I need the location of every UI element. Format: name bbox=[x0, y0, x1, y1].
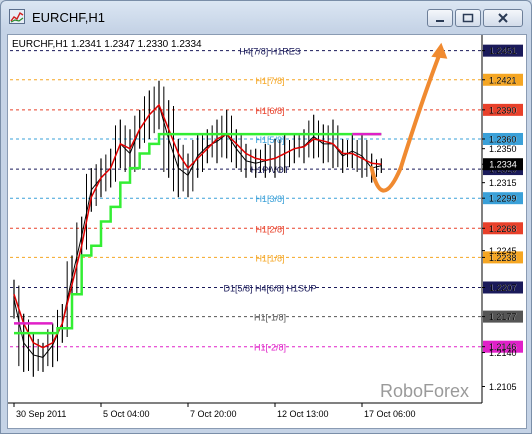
murrey-level-label: H1[-2/8] bbox=[254, 343, 286, 353]
murrey-level-label: H4[7/8] H1RES bbox=[239, 47, 301, 57]
x-tick-label: 5 Oct 04:00 bbox=[103, 409, 150, 419]
x-tick-label: 30 Sep 2011 bbox=[16, 409, 66, 419]
y-tick-label: 1.2350 bbox=[489, 144, 517, 154]
series-layer bbox=[13, 42, 448, 377]
murrey-level-label: H1[6/8] bbox=[255, 106, 284, 116]
watermark: RoboForex bbox=[380, 381, 469, 401]
y-tick-label: 1.2360 bbox=[489, 134, 517, 144]
y-tick-label: 1.2238 bbox=[489, 253, 517, 263]
murrey-level-label: H1[1/8] bbox=[255, 253, 284, 263]
y-tick-label: 1.2105 bbox=[489, 382, 517, 392]
y-tick-label: 1.2207 bbox=[489, 283, 517, 293]
y-tick-label: 1.2177 bbox=[489, 312, 517, 322]
window-title: EURCHF,H1 bbox=[32, 10, 105, 25]
close-button[interactable] bbox=[483, 9, 523, 27]
x-tick-label: 12 Oct 13:00 bbox=[277, 409, 329, 419]
title-bar[interactable]: EURCHF,H1 bbox=[1, 1, 531, 33]
y-tick-label: 1.2140 bbox=[489, 348, 517, 358]
y-tick-label: 1.2268 bbox=[489, 224, 517, 234]
murrey-level-label: H1[3/8] bbox=[255, 194, 284, 204]
symbol-header: EURCHF,H1 1.2341 1.2347 1.2330 1.2334 bbox=[12, 39, 202, 50]
y-tick-label: 1.2315 bbox=[489, 178, 517, 188]
x-tick-label: 17 Oct 06:00 bbox=[364, 409, 416, 419]
price-chart[interactable]: H4[7/8] H1RES 1.2451 H1[7/8] 1.2421 H1[6/8] 1… bbox=[8, 35, 526, 428]
chart-window: EURCHF,H1 H4[7/8] H1RES 1.2451 H1[7/8] 1.24… bbox=[0, 0, 532, 434]
murrey-level-label: H1[-1/8] bbox=[254, 313, 286, 323]
y-tick-label: 1.2390 bbox=[489, 105, 517, 115]
y-tick-label: 1.2299 bbox=[489, 194, 517, 204]
maximize-button[interactable] bbox=[455, 9, 481, 27]
x-tick-label: 7 Oct 20:00 bbox=[190, 409, 237, 419]
chart-area[interactable]: H4[7/8] H1RES 1.2451 H1[7/8] 1.2421 H1[6/8] 1… bbox=[7, 34, 527, 429]
close-icon bbox=[498, 13, 508, 23]
murrey-level-label: H1[7/8] bbox=[255, 76, 284, 86]
murrey-level-label: H1[2/8] bbox=[255, 224, 284, 234]
minimize-icon bbox=[436, 20, 444, 22]
current-price-text: 1.2334 bbox=[489, 160, 517, 170]
y-tick-label: 1.2451 bbox=[489, 46, 517, 56]
chart-app-icon bbox=[9, 9, 25, 24]
murrey-level-label: D1[5/8] H4[6/8] H1SUP bbox=[223, 283, 316, 293]
minimize-button[interactable] bbox=[427, 9, 453, 27]
y-tick-label: 1.2421 bbox=[489, 75, 517, 85]
maximize-icon bbox=[462, 13, 474, 23]
